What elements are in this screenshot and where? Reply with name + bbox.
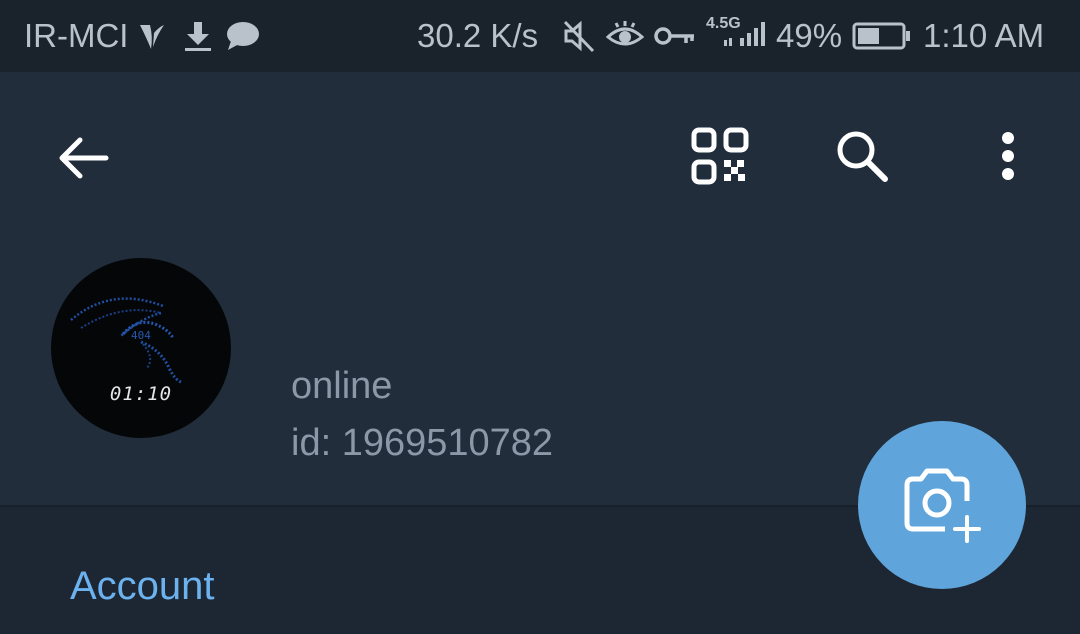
eye-comfort-icon	[606, 0, 644, 72]
set-photo-button[interactable]	[858, 421, 1026, 589]
avatar-clock-text: 01:10	[109, 383, 173, 405]
app-notification-icon	[137, 0, 167, 72]
battery-percent: 49%	[776, 17, 843, 54]
back-button[interactable]	[48, 122, 120, 194]
online-status: online	[291, 365, 393, 407]
search-icon	[837, 131, 888, 182]
qr-code-button[interactable]	[684, 120, 756, 192]
vpn-key-icon	[654, 0, 696, 72]
camera-add-icon	[904, 468, 981, 543]
clock: 1:10 AM	[923, 17, 1045, 54]
profile-screen: IR-MCI 30.2 K/s 4.5G 49% 1:10 AM 404 01:…	[0, 0, 1080, 634]
user-id[interactable]: id: 1969510782	[291, 422, 553, 465]
more-vertical-icon	[1002, 132, 1014, 180]
qr-code-icon	[691, 127, 749, 185]
search-button[interactable]	[826, 120, 898, 192]
avatar[interactable]: 404 01:10	[51, 258, 231, 438]
message-icon	[225, 0, 261, 72]
carrier-label: IR-MCI	[24, 17, 129, 54]
logo-text: 404	[131, 329, 151, 342]
status-bar: IR-MCI 30.2 K/s 4.5G 49% 1:10 AM	[0, 0, 1080, 72]
kali-dragon-logo: 404	[70, 297, 182, 384]
arrow-left-icon	[59, 137, 109, 179]
download-icon	[182, 0, 214, 72]
account-section-title: Account	[70, 564, 215, 608]
network-speed: 30.2 K/s	[417, 17, 539, 54]
signal-icon	[716, 0, 772, 72]
more-options-button[interactable]	[972, 120, 1044, 192]
mute-icon	[562, 0, 596, 72]
battery-icon	[852, 0, 912, 72]
